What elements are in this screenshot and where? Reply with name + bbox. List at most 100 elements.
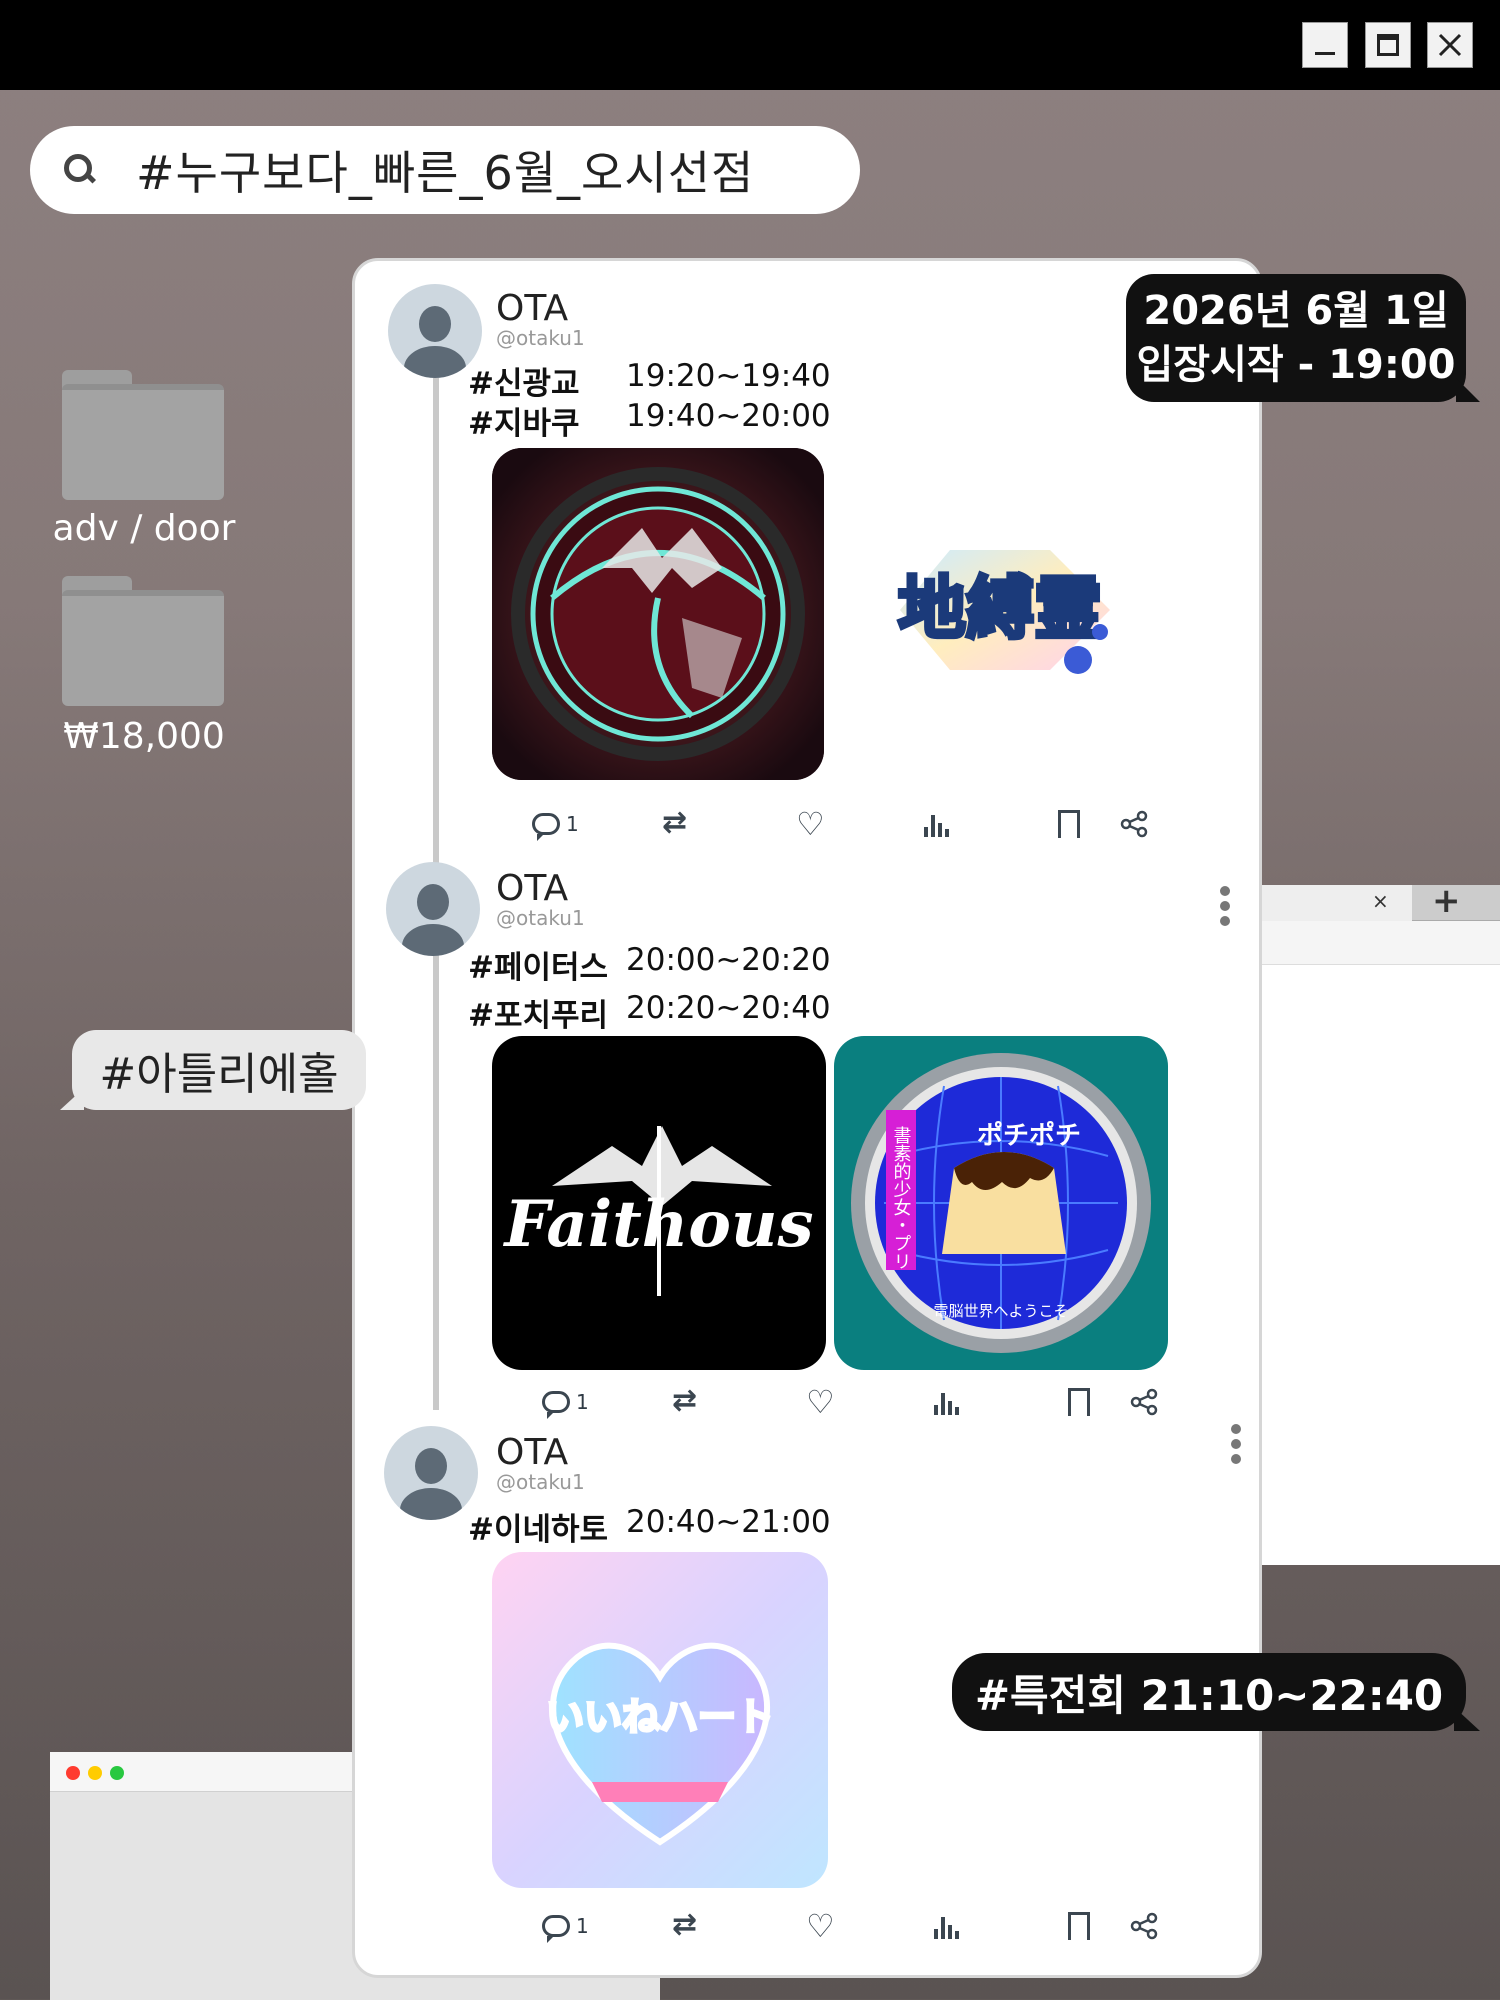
- new-tab-icon[interactable]: +: [1432, 881, 1461, 921]
- bookmark-button[interactable]: [1068, 1382, 1090, 1422]
- reply-count: 1: [576, 1390, 589, 1414]
- reply-count: 1: [576, 1914, 589, 1938]
- close-tab-icon[interactable]: ×: [1372, 889, 1389, 913]
- hashtag[interactable]: #신광교: [468, 358, 626, 403]
- repost-button[interactable]: ⇄: [662, 804, 692, 844]
- faithous-title: Faithous: [502, 1187, 813, 1262]
- hashtag[interactable]: #페이터스: [468, 942, 626, 987]
- minimize-dot-icon[interactable]: [88, 1766, 102, 1780]
- pochi-side-text: 書素的少女・プリ: [891, 1126, 912, 1270]
- share-icon: [1120, 810, 1148, 838]
- pochi-sub-text: 電脳世界へようこそ: [933, 1302, 1068, 1320]
- maximize-icon: [1377, 34, 1399, 56]
- close-dot-icon[interactable]: [66, 1766, 80, 1780]
- time-range: 19:40~20:00: [626, 398, 831, 434]
- stats-button[interactable]: [924, 804, 950, 844]
- username[interactable]: OTA: [496, 868, 568, 909]
- venue-hashtag[interactable]: #아틀리에홀: [99, 1038, 338, 1102]
- user-handle: @otaku1: [496, 906, 585, 930]
- search-input[interactable]: #누구보다_빠른_6월_오시선점: [136, 137, 754, 203]
- jibakurei-logo-image[interactable]: 地縛霊: [860, 520, 1140, 700]
- entry-start-time: 입장시작 - 19:00: [1136, 342, 1456, 388]
- reply-button[interactable]: 1: [542, 1906, 589, 1946]
- avatar[interactable]: [386, 862, 480, 956]
- repost-icon: ⇄: [672, 1383, 698, 1418]
- schedule-line: #신광교 19:20~19:40: [468, 358, 831, 403]
- pochi-title: ポチポチ: [977, 1120, 1081, 1151]
- pochipochi-logo-image[interactable]: 書素的少女・プリ ポチポチ 電脳世界へようこそ: [834, 1036, 1168, 1370]
- hashtag[interactable]: #이네하토: [468, 1504, 626, 1549]
- time-range: 20:20~20:40: [626, 990, 831, 1026]
- user-handle: @otaku1: [496, 326, 585, 350]
- time-range: 19:20~19:40: [626, 358, 831, 394]
- minimize-button[interactable]: [1302, 22, 1348, 68]
- post-actions: 1 ⇄ ♡: [542, 1382, 1182, 1422]
- folder-label[interactable]: ₩18,000: [24, 716, 264, 757]
- user-handle: @otaku1: [496, 1470, 585, 1494]
- address-bar[interactable]: [1262, 921, 1500, 965]
- hashtag[interactable]: #포치푸리: [468, 990, 626, 1035]
- repost-icon: ⇄: [672, 1907, 698, 1942]
- iine-heart-logo-image[interactable]: いいねハート: [492, 1552, 828, 1888]
- bookmark-icon: [1068, 1912, 1090, 1943]
- iine-heart-title: いいねハート: [546, 1695, 774, 1739]
- close-button[interactable]: [1427, 22, 1473, 68]
- browser-tab[interactable]: [1262, 885, 1412, 921]
- more-options-icon[interactable]: [1231, 1424, 1243, 1464]
- more-options-icon[interactable]: [1220, 886, 1232, 926]
- window-title-bar: [0, 0, 1500, 90]
- jibakurei-title: 地縛霊: [898, 570, 1102, 649]
- post-actions: 1 ⇄ ♡: [532, 804, 1172, 844]
- heart-icon: ♡: [806, 1383, 835, 1421]
- event-date: 2026년 6월 1일: [1143, 288, 1449, 334]
- reply-count: 1: [566, 812, 579, 836]
- schedule-line: #이네하토 20:40~21:00: [468, 1504, 831, 1549]
- username[interactable]: OTA: [496, 1432, 568, 1473]
- bookmark-icon: [1058, 810, 1080, 841]
- folder-icon[interactable]: [62, 576, 224, 706]
- share-button[interactable]: [1130, 1382, 1158, 1422]
- stats-icon: [934, 1389, 960, 1415]
- folder-icon[interactable]: [62, 370, 224, 500]
- repost-icon: ⇄: [662, 805, 688, 840]
- like-button[interactable]: ♡: [806, 1906, 835, 1946]
- stats-icon: [934, 1913, 960, 1939]
- hashtag[interactable]: #지바쿠: [468, 398, 626, 443]
- reply-icon: [532, 813, 560, 841]
- bookmark-button[interactable]: [1068, 1906, 1090, 1946]
- repost-button[interactable]: ⇄: [672, 1906, 702, 1946]
- maximize-button[interactable]: [1365, 22, 1411, 68]
- special-event-bubble: #특전회 21:10~22:40: [952, 1653, 1480, 1731]
- reply-button[interactable]: 1: [532, 804, 579, 844]
- venue-bubble: #아틀리에홀: [60, 1030, 366, 1110]
- avatar[interactable]: [384, 1426, 478, 1520]
- heart-icon: ♡: [806, 1907, 835, 1945]
- repost-button[interactable]: ⇄: [672, 1382, 702, 1422]
- schedule-line: #페이터스 20:00~20:20: [468, 942, 831, 987]
- username[interactable]: OTA: [496, 288, 568, 329]
- faithous-logo-image[interactable]: Faithous: [492, 1036, 826, 1370]
- schedule-line: #포치푸리 20:20~20:40: [468, 990, 831, 1035]
- special-event-text[interactable]: #특전회 21:10~22:40: [975, 1662, 1443, 1723]
- zoom-dot-icon[interactable]: [110, 1766, 124, 1780]
- search-bar[interactable]: #누구보다_빠른_6월_오시선점: [30, 126, 860, 214]
- share-button[interactable]: [1120, 804, 1148, 844]
- share-icon: [1130, 1912, 1158, 1940]
- heart-icon: ♡: [796, 805, 825, 843]
- stats-icon: [924, 811, 950, 837]
- share-button[interactable]: [1130, 1906, 1158, 1946]
- reply-icon: [542, 1391, 570, 1419]
- time-range: 20:00~20:20: [626, 942, 831, 978]
- stats-button[interactable]: [934, 1382, 960, 1422]
- like-button[interactable]: ♡: [806, 1382, 835, 1422]
- stats-button[interactable]: [934, 1906, 960, 1946]
- time-range: 20:40~21:00: [626, 1504, 831, 1540]
- bookmark-icon: [1068, 1388, 1090, 1419]
- reply-icon: [542, 1915, 570, 1943]
- minimize-icon: [1315, 51, 1335, 55]
- bookmark-button[interactable]: [1058, 804, 1080, 844]
- crest-logo-image[interactable]: [492, 448, 824, 780]
- reply-button[interactable]: 1: [542, 1382, 589, 1422]
- like-button[interactable]: ♡: [796, 804, 825, 844]
- folder-label[interactable]: adv / door: [24, 508, 264, 549]
